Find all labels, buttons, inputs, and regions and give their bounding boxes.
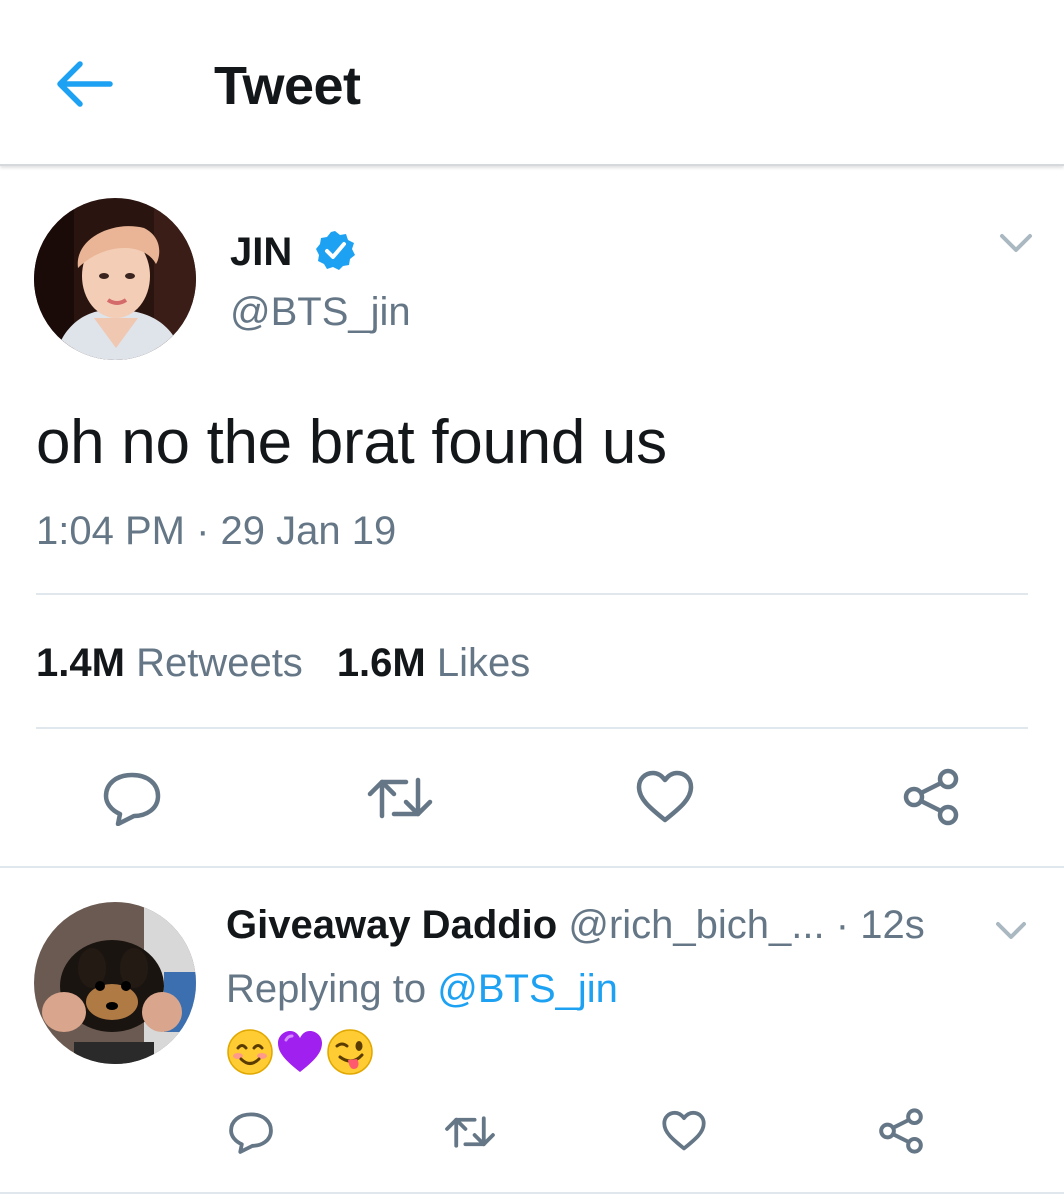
reply-reply-button[interactable] [228, 1110, 274, 1154]
like-icon [662, 1110, 706, 1151]
tweet-options-chevron-down-icon[interactable] [998, 228, 1034, 258]
tweet-timestamp: 1:04 PM · 29 Jan 19 [36, 509, 397, 553]
likes-label: Likes [436, 641, 531, 685]
header-bar: Tweet [0, 0, 1064, 166]
retweets-stat[interactable]: 1.4M Retweets [36, 641, 303, 685]
reply-avatar-photo [34, 902, 196, 1064]
author-handle[interactable]: @BTS_jin [230, 290, 411, 334]
likes-count: 1.6M [336, 641, 426, 685]
purple-heart-icon [276, 1028, 324, 1076]
smiling-face-icon [226, 1028, 274, 1076]
winking-tongue-face-icon [326, 1028, 374, 1076]
reply-like-button[interactable] [662, 1110, 706, 1152]
reply-author-handle[interactable]: @rich_bich_... [568, 903, 824, 947]
verified-badge-icon [314, 229, 356, 271]
reply-header: Giveaway Daddio @rich_bich_... · 12s [226, 900, 925, 950]
reply-button[interactable] [102, 770, 162, 826]
back-button[interactable] [52, 56, 116, 112]
reply-icon [103, 772, 161, 826]
divider [0, 1192, 1064, 1194]
replying-to-handle-link[interactable]: @BTS_jin [437, 967, 618, 1011]
likes-stat[interactable]: 1.6M Likes [337, 641, 530, 685]
retweets-label: Retweets [136, 641, 303, 685]
replying-to-label: Replying to [226, 967, 427, 1011]
section-divider [0, 866, 1064, 868]
divider [36, 727, 1028, 729]
reply-icon [229, 1112, 273, 1154]
tweet-stats: 1.4M Retweets 1.6M Likes [36, 640, 530, 686]
replying-to: Replying to @BTS_jin [226, 964, 618, 1014]
avatar[interactable] [34, 198, 196, 360]
retweet-icon [445, 1116, 495, 1148]
avatar-photo [34, 198, 196, 360]
author-name[interactable]: JIN [230, 230, 292, 274]
tweet-text: oh no the brat found us [36, 408, 667, 477]
like-icon [636, 770, 694, 823]
arrow-left-icon [57, 61, 113, 107]
divider [36, 593, 1028, 595]
retweet-icon [367, 777, 433, 819]
reply-retweet-button[interactable] [444, 1112, 496, 1152]
reply-text [226, 1028, 374, 1076]
page-title: Tweet [214, 56, 361, 116]
share-icon [879, 1108, 923, 1154]
retweets-count: 1.4M [36, 641, 125, 685]
reply-time: · 12s [835, 903, 925, 947]
reply-share-button[interactable] [878, 1108, 924, 1154]
reply-avatar[interactable] [34, 902, 196, 1064]
share-button[interactable] [902, 768, 960, 826]
reply-author-name[interactable]: Giveaway Daddio [226, 903, 557, 947]
reply-options-chevron-down-icon[interactable] [994, 916, 1028, 944]
retweet-button[interactable] [366, 772, 434, 824]
like-button[interactable] [636, 770, 694, 824]
share-icon [903, 768, 959, 826]
